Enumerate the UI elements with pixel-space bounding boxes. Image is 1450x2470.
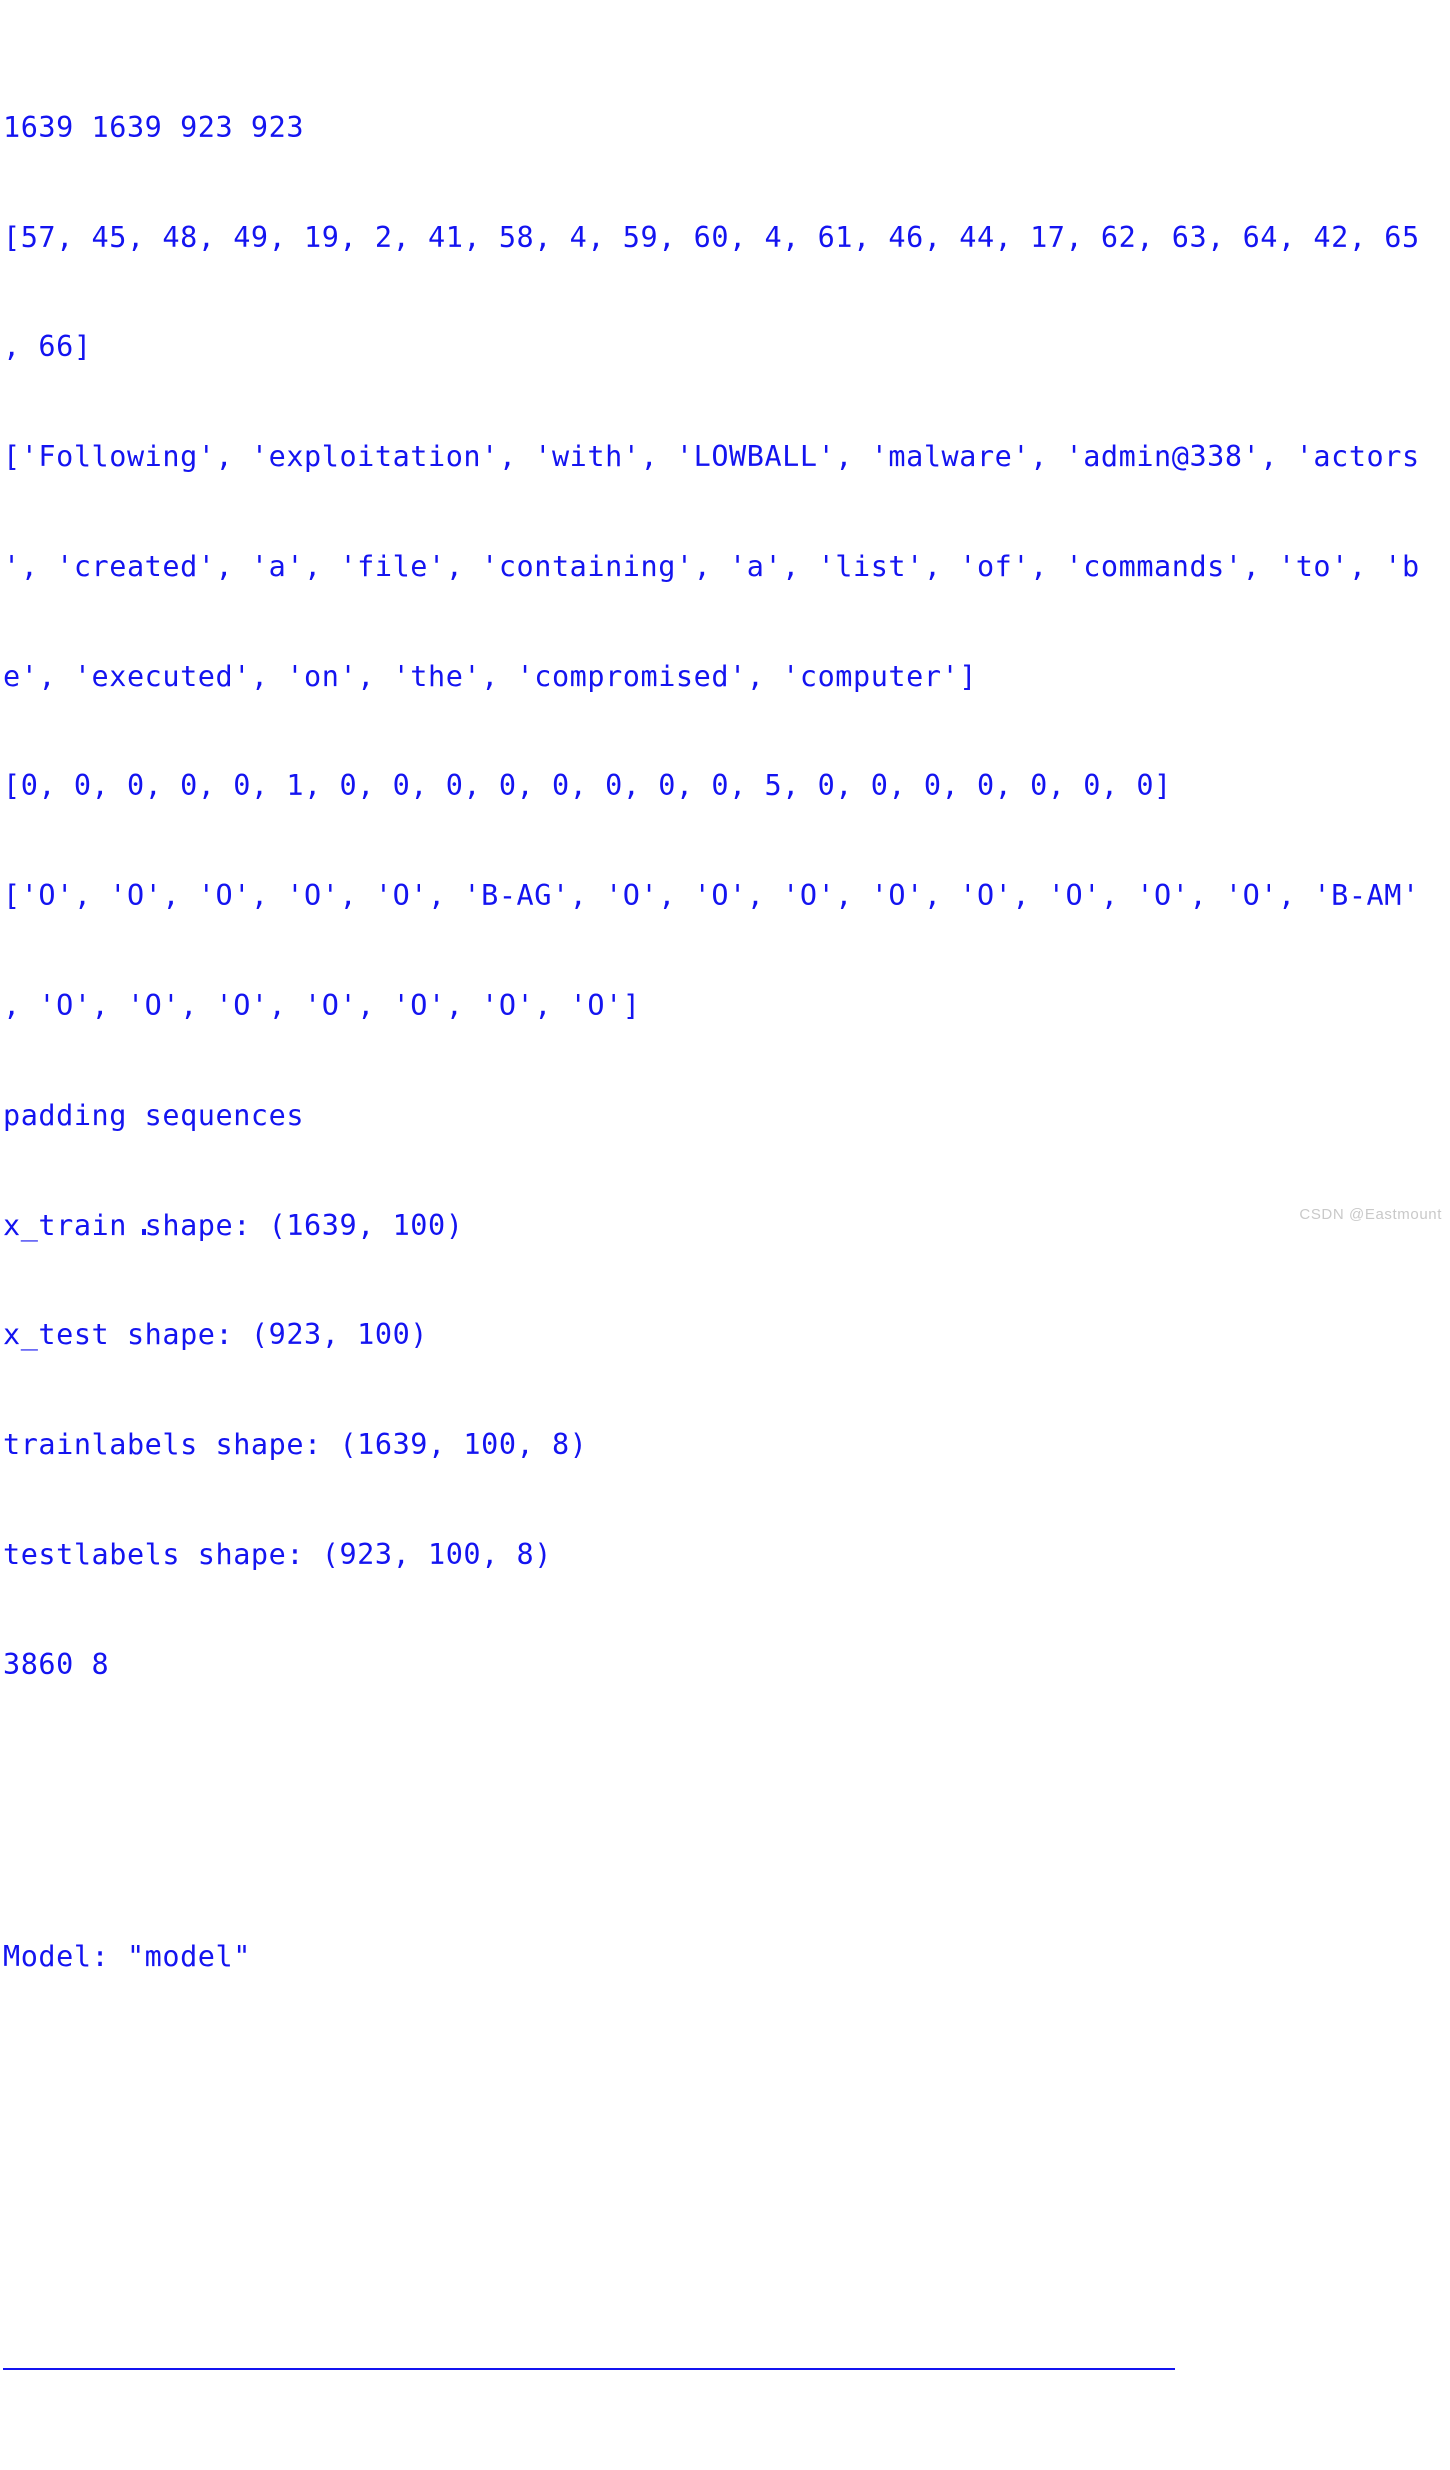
padding-message: padding sequences	[3, 1098, 305, 1132]
spacer-after-model-title	[0, 2086, 1450, 2123]
tokens-line-3: e', 'executed', 'on', 'the', 'compromise…	[3, 659, 977, 693]
testlabels-shape-line: testlabels shape: (923, 100, 8)	[3, 1537, 552, 1571]
console-output: 1639 1639 923 923 [57, 45, 48, 49, 19, 2…	[0, 0, 1450, 2370]
model-title: Model: "model"	[3, 1940, 251, 1974]
csdn-watermark: CSDN @Eastmount	[1299, 1206, 1442, 1223]
table-top-rule	[0, 2342, 1450, 2379]
label-tags-line-2: , 'O', 'O', 'O', 'O', 'O', 'O', 'O']	[3, 989, 641, 1023]
tokens-line-1: ['Following', 'exploitation', 'with', 'L…	[3, 440, 1420, 474]
token-ids-line-2: , 66]	[3, 330, 92, 364]
spacer-before-model-title	[0, 1793, 1450, 1830]
clipped-glyph	[142, 1229, 146, 1235]
counts-line: 1639 1639 923 923	[3, 110, 305, 144]
trainlabels-shape-line: trainlabels shape: (1639, 100, 8)	[3, 1428, 588, 1462]
label-ids-line: [0, 0, 0, 0, 0, 1, 0, 0, 0, 0, 0, 0, 0, …	[3, 769, 1172, 803]
x-train-shape-line: x_train shape: (1639, 100)	[3, 1208, 464, 1242]
model-summary-table: Layer (type) Output Shape Param # input_…	[0, 2232, 1450, 2470]
token-ids-line-1: [57, 45, 48, 49, 19, 2, 41, 58, 4, 59, 6…	[3, 220, 1420, 254]
tokens-line-2: ', 'created', 'a', 'file', 'containing',…	[3, 549, 1420, 583]
x-test-shape-line: x_test shape: (923, 100)	[3, 1318, 429, 1352]
vocab-size-line: 3860 8	[3, 1647, 110, 1681]
label-tags-line-1: ['O', 'O', 'O', 'O', 'O', 'B-AG', 'O', '…	[3, 879, 1420, 913]
